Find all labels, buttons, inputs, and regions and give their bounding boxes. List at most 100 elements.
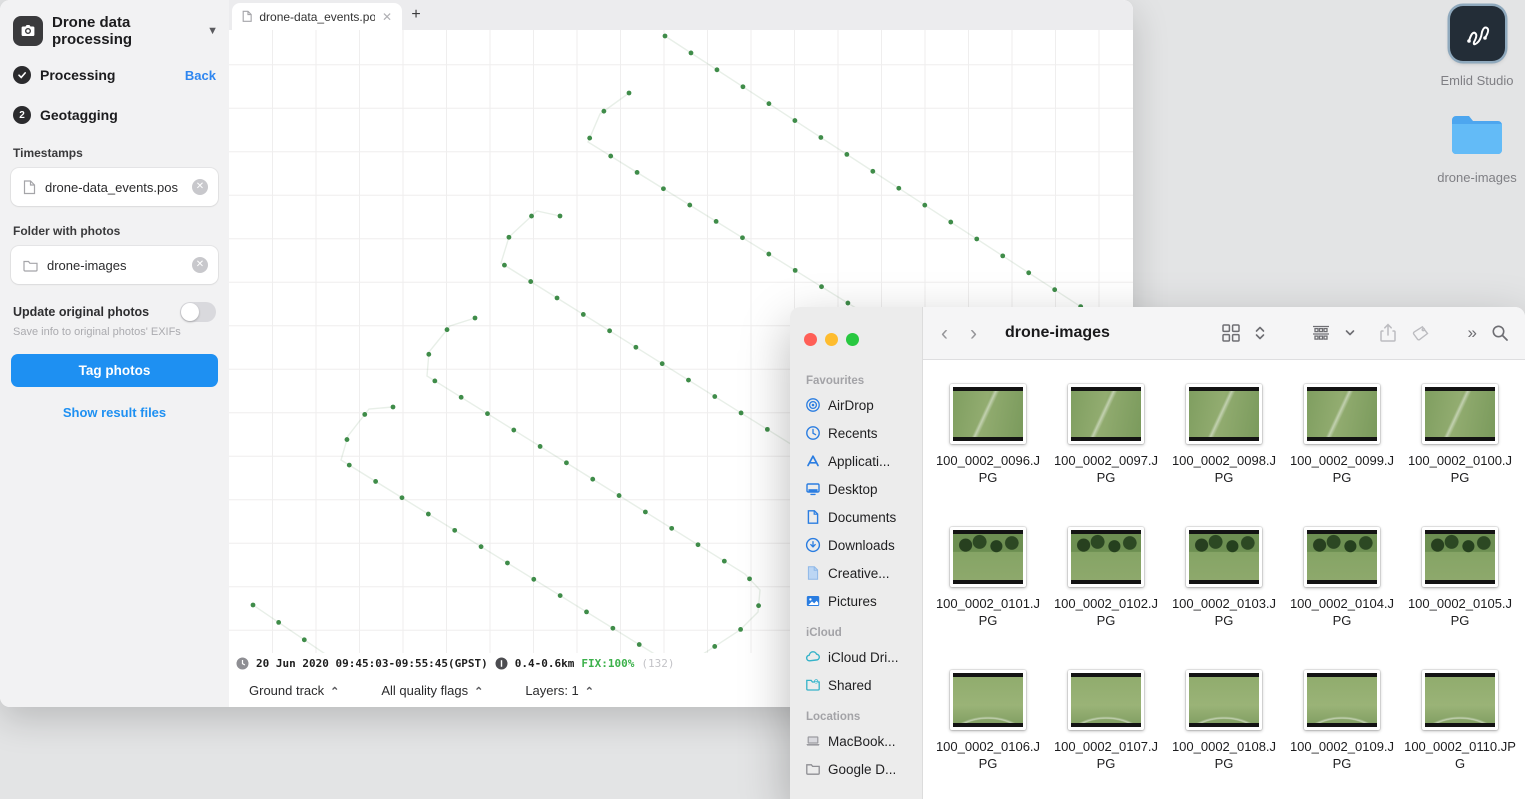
sidebar-item-pictures[interactable]: Pictures	[796, 587, 916, 615]
back-button[interactable]: Back	[185, 68, 216, 83]
file-name: 100_0002_0106.JPG	[935, 739, 1041, 771]
file-item[interactable]: 100_0002_0110.JPG	[1401, 670, 1519, 799]
sidebar-item-iclouddri[interactable]: iCloud Dri...	[796, 643, 916, 671]
sidebar-item-label: Shared	[828, 677, 872, 693]
share-button[interactable]	[1379, 323, 1397, 343]
view-updown-chevrons-icon[interactable]	[1255, 325, 1265, 341]
update-photos-subtext: Save info to original photos' EXIFs	[13, 326, 181, 338]
back-nav-button[interactable]: ‹	[941, 323, 948, 344]
image-thumbnail	[1422, 384, 1498, 444]
sidebar-item-googled[interactable]: Google D...	[796, 755, 916, 783]
show-result-files-link[interactable]: Show result files	[11, 405, 218, 420]
window-controls	[804, 333, 859, 346]
workflow-header[interactable]: Drone data processing ▼	[13, 14, 218, 48]
desktop-icon-label: drone-images	[1437, 170, 1517, 185]
minimize-window-button[interactable]	[825, 333, 838, 346]
desktop-icon-drone-images[interactable]: drone-images	[1422, 112, 1525, 185]
sidebar-item-downloads[interactable]: Downloads	[796, 531, 916, 559]
clear-file-button[interactable]: ✕	[192, 179, 208, 195]
clear-folder-button[interactable]: ✕	[192, 257, 208, 273]
close-tab-icon[interactable]: ✕	[382, 10, 392, 24]
sidebar-item-macbook[interactable]: MacBook...	[796, 727, 916, 755]
step-label: Processing	[40, 67, 116, 83]
step-label: Geotagging	[40, 107, 118, 123]
tab-label: drone-data_events.pos	[259, 9, 375, 24]
folder-icon	[1452, 116, 1502, 154]
sidebar-item-label: Desktop	[828, 481, 878, 497]
sidebar-item-applicati[interactable]: Applicati...	[796, 447, 916, 475]
quality-flags-dropdown[interactable]: All quality flags ⌃	[381, 683, 483, 698]
chevron-up-icon: ⌃	[474, 685, 484, 698]
file-item[interactable]: 100_0002_0102.JPG	[1047, 527, 1165, 670]
file-name: 100_0002_0099.JPG	[1289, 453, 1395, 485]
pictures-icon	[806, 596, 820, 606]
sidebar-item-desktop[interactable]: Desktop	[796, 475, 916, 503]
macbook-icon	[806, 736, 820, 746]
desktop-icon-emlid-studio[interactable]: Emlid Studio	[1422, 6, 1525, 88]
file-item[interactable]: 100_0002_0109.JPG	[1283, 670, 1401, 799]
clock-icon	[236, 657, 249, 669]
tab-pos-file[interactable]: drone-data_events.pos ✕	[232, 3, 402, 30]
sidebar-section-header: Locations	[806, 711, 861, 723]
fix-count-value: (132)	[641, 656, 675, 670]
finder-file-area: 100_0002_0096.JPG 100_0002_0097.JPG 100_00…	[924, 361, 1525, 799]
close-window-button[interactable]	[804, 333, 817, 346]
file-item[interactable]: 100_0002_0107.JPG	[1047, 670, 1165, 799]
file-item[interactable]: 100_0002_0098.JPG	[1165, 384, 1283, 527]
more-toolbar-items-button[interactable]: »	[1468, 323, 1477, 343]
file-item[interactable]: 100_0002_0099.JPG	[1283, 384, 1401, 527]
image-thumbnail	[950, 527, 1026, 587]
update-photos-toggle[interactable]	[180, 302, 216, 322]
sidebar-item-documents[interactable]: Documents	[796, 503, 916, 531]
image-thumbnail	[1422, 527, 1498, 587]
sidebar-item-shared[interactable]: Shared	[796, 671, 916, 699]
fix-quality-value: FIX:100%	[581, 656, 635, 670]
file-item[interactable]: 100_0002_0108.JPG	[1165, 670, 1283, 799]
file-item[interactable]: 100_0002_0097.JPG	[1047, 384, 1165, 527]
icon-view-button[interactable]	[1221, 323, 1241, 343]
file-item[interactable]: 100_0002_0106.JPG	[929, 670, 1047, 799]
check-icon	[13, 66, 31, 84]
sidebar-item-label: AirDrop	[828, 397, 874, 413]
sidebar-item-label: MacBook...	[828, 733, 896, 749]
photos-folder-input[interactable]: drone-images ✕	[11, 246, 218, 284]
timestamps-file-input[interactable]: drone-data_events.pos ✕	[11, 168, 218, 206]
file-icon	[242, 10, 252, 22]
tag-icon[interactable]	[1411, 324, 1430, 343]
sidebar-item-label: Pictures	[828, 593, 877, 609]
file-item[interactable]: 100_0002_0103.JPG	[1165, 527, 1283, 670]
distance-range-value: 0.4-0.6km	[514, 656, 575, 670]
file-icon	[23, 179, 36, 194]
sidebar-item-creative[interactable]: Creative...	[796, 559, 916, 587]
sidebar-item-airdrop[interactable]: AirDrop	[796, 391, 916, 419]
chevron-down-icon: ▼	[207, 25, 218, 37]
recents-icon	[806, 426, 820, 440]
image-thumbnail	[950, 384, 1026, 444]
file-item[interactable]: 100_0002_0100.JPG	[1401, 384, 1519, 527]
file-item[interactable]: 100_0002_0096.JPG	[929, 384, 1047, 527]
layers-dropdown[interactable]: Layers: 1 ⌃	[525, 683, 594, 698]
file-item[interactable]: 100_0002_0101.JPG	[929, 527, 1047, 670]
file-name: 100_0002_0102.JPG	[1053, 596, 1159, 628]
timestamps-label: Timestamps	[13, 146, 83, 160]
file-item[interactable]: 100_0002_0104.JPG	[1283, 527, 1401, 670]
chevron-down-icon[interactable]	[1345, 329, 1355, 337]
file-item[interactable]: 100_0002_0105.JPG	[1401, 527, 1519, 670]
sidebar-item-recents[interactable]: Recents	[796, 419, 916, 447]
folder-label: Folder with photos	[13, 224, 121, 238]
new-tab-button[interactable]: +	[402, 6, 430, 24]
tag-photos-button[interactable]: Tag photos	[11, 354, 218, 387]
file-name: 100_0002_0098.JPG	[1171, 453, 1277, 485]
group-by-button[interactable]	[1311, 324, 1331, 342]
sidebar-item-label: Google D...	[828, 761, 897, 777]
image-thumbnail	[1304, 384, 1380, 444]
ground-track-dropdown[interactable]: Ground track ⌃	[249, 683, 339, 698]
image-thumbnail	[950, 670, 1026, 730]
creative-icon	[807, 566, 819, 580]
search-icon[interactable]	[1491, 324, 1509, 342]
forward-nav-button[interactable]: ›	[970, 323, 977, 344]
file-name: 100_0002_0110.JPG	[1404, 739, 1516, 771]
zoom-window-button[interactable]	[846, 333, 859, 346]
image-thumbnail	[1068, 527, 1144, 587]
chevron-up-icon: ⌃	[330, 685, 340, 698]
